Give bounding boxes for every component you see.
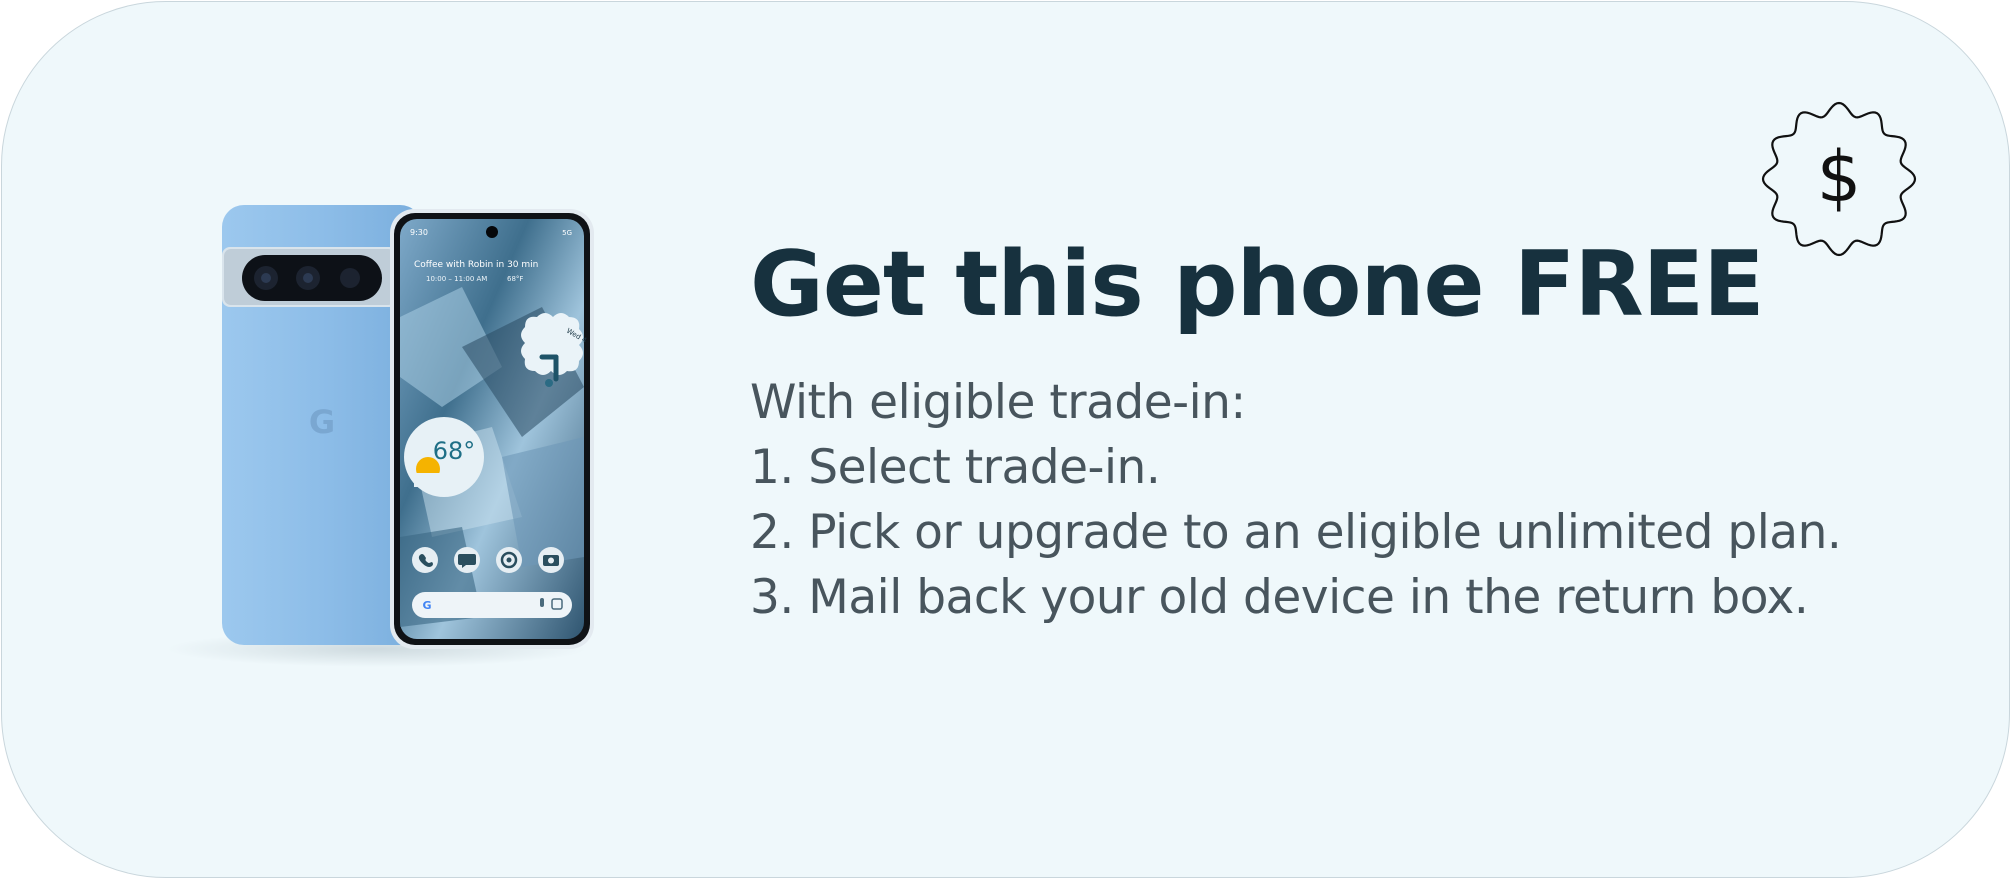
search-google-icon: G <box>422 599 431 612</box>
status-signal: 5G <box>562 229 572 237</box>
pixel-phone-image: G 9:30 5G Coffee with Robin in 30 min 10… <box>167 205 594 667</box>
status-time: 9:30 <box>410 228 428 237</box>
event-glance: Coffee with Robin in 30 min <box>414 260 538 270</box>
step-item: 2. Pick or upgrade to an eligible unlimi… <box>750 505 1842 560</box>
weather-widget: 68° <box>404 417 484 497</box>
price-tag-badge-icon: $ <box>1761 101 1917 257</box>
promo-text: Get this phone FREE With eligible trade-… <box>750 230 1950 630</box>
mic-icon <box>540 598 544 607</box>
step-item: 3. Mail back your old device in the retu… <box>750 570 1809 625</box>
phone-front: 9:30 5G Coffee with Robin in 30 min 10:0… <box>390 209 594 649</box>
event-time: 10:00 – 11:00 AM <box>426 275 487 283</box>
step-item: 1. Select trade-in. <box>750 440 1161 495</box>
dollar-sign-icon: $ <box>1817 136 1862 218</box>
weather-temp: 68° <box>433 437 476 465</box>
event-temp: 68°F <box>507 275 523 283</box>
search-bar[interactable]: G <box>412 592 572 618</box>
trade-in-steps: With eligible trade-in: 1. Select trade-… <box>750 370 1950 630</box>
steps-intro: With eligible trade-in: <box>750 375 1246 430</box>
trade-in-promo-card: G 9:30 5G Coffee with Robin in 30 min 10… <box>1 1 2010 878</box>
google-logo-icon: G <box>309 403 335 441</box>
